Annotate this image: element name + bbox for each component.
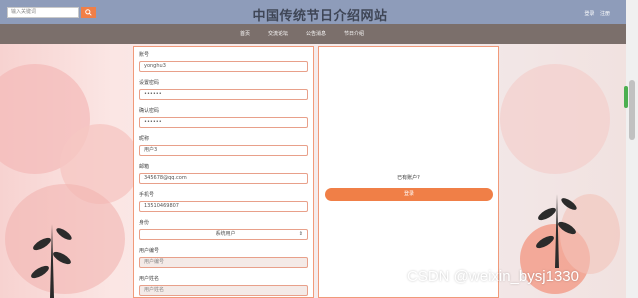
role-select-value: 系统用户: [215, 231, 236, 237]
plant-silhouette-left: [31, 224, 72, 298]
login-link[interactable]: 登录: [584, 11, 594, 17]
user-name-label: 用户姓名: [139, 276, 160, 282]
account-field: 账号 yonghu3: [139, 52, 309, 72]
nav-item-forum[interactable]: 交流论坛: [268, 30, 288, 37]
login-prompt-panel: 已有账户? 登录: [318, 46, 499, 298]
user-number-label: 用户编号: [139, 248, 160, 254]
email-label: 邮箱: [139, 164, 150, 170]
nav-item-home[interactable]: 首页: [240, 30, 250, 37]
phone-input[interactable]: 13510469807: [139, 201, 308, 212]
email-input[interactable]: 345678@qq.com: [139, 173, 308, 184]
register-link[interactable]: 注册: [600, 11, 610, 17]
user-name-field: 用户姓名 用户姓名: [139, 276, 309, 296]
role-label: 身份: [139, 220, 150, 226]
confirm-password-field: 确认密码 ••••••: [139, 108, 309, 128]
user-number-input[interactable]: 用户编号: [139, 257, 308, 268]
login-button[interactable]: 登录: [325, 188, 493, 201]
phone-field: 手机号 13510469807: [139, 192, 309, 212]
has-account-text: 已有账户?: [397, 175, 420, 181]
nickname-label: 昵称: [139, 136, 150, 142]
role-select[interactable]: 系统用户 ⇕: [139, 229, 308, 240]
account-input[interactable]: yonghu3: [139, 61, 308, 72]
side-tab[interactable]: [624, 86, 628, 108]
confirm-password-label: 确认密码: [139, 108, 160, 114]
auth-links: 登录 注册: [580, 10, 610, 17]
nav-item-announcements[interactable]: 公告消息: [306, 30, 326, 37]
phone-label: 手机号: [139, 192, 155, 198]
email-field: 邮箱 345678@qq.com: [139, 164, 309, 184]
scrollbar-thumb[interactable]: [629, 80, 635, 140]
main-nav: 首页 交流论坛 公告消息 节日介绍: [0, 24, 626, 44]
nickname-field: 昵称 用户3: [139, 136, 309, 156]
top-bar: 输入关键词 中国传统节日介绍网站 登录 注册: [0, 0, 626, 24]
nickname-input[interactable]: 用户3: [139, 145, 308, 156]
password-input[interactable]: ••••••: [139, 89, 308, 100]
chevron-up-down-icon: ⇕: [298, 231, 303, 237]
plant-silhouette-right: [536, 194, 577, 268]
confirm-password-input[interactable]: ••••••: [139, 117, 308, 128]
account-label: 账号: [139, 52, 150, 58]
password-label: 设置密码: [139, 80, 160, 86]
watermark: CSDN @weixin_bysj1330: [407, 268, 579, 285]
page-scrollbar[interactable]: [626, 0, 638, 298]
nav-item-festivals[interactable]: 节日介绍: [344, 30, 364, 37]
site-title: 中国传统节日介绍网站: [252, 9, 388, 24]
role-field: 身份 系统用户 ⇕: [139, 220, 309, 240]
password-field: 设置密码 ••••••: [139, 80, 309, 100]
register-form: 账号 yonghu3 设置密码 •••••• 确认密码 •••••• 昵称 用户…: [133, 46, 314, 298]
user-number-field: 用户编号 用户编号: [139, 248, 309, 268]
user-name-input[interactable]: 用户姓名: [139, 285, 308, 296]
